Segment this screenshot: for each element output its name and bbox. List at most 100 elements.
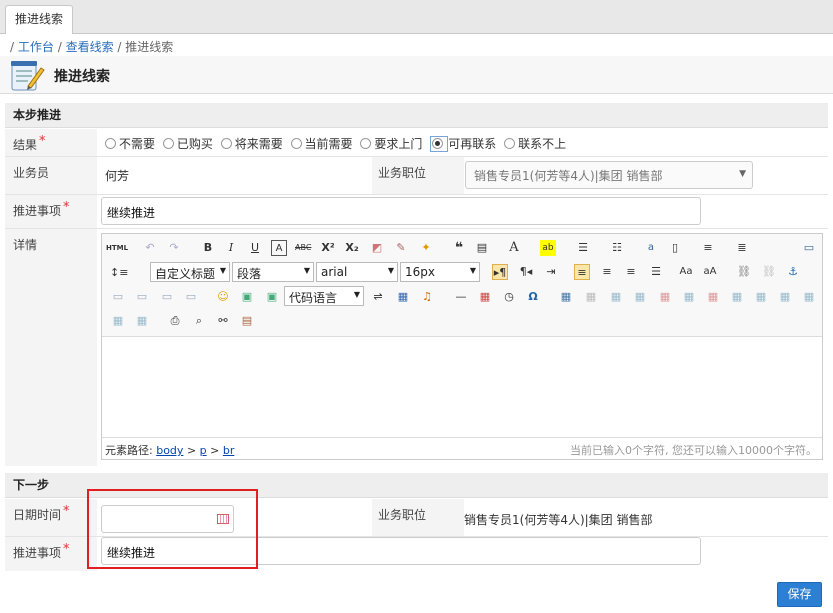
- notepad-icon: [11, 61, 45, 91]
- split-rows-icon[interactable]: ▦: [110, 313, 126, 329]
- italic-icon[interactable]: I: [223, 240, 239, 256]
- code-language-select[interactable]: 代码语言 ▼: [284, 286, 364, 306]
- unlink-icon[interactable]: ⛓: [761, 264, 777, 280]
- format-painter-icon[interactable]: ✎: [393, 240, 409, 256]
- horizontal-rule-icon[interactable]: —: [453, 289, 469, 305]
- search-replace-icon[interactable]: ⚯: [215, 313, 231, 329]
- page-break-icon[interactable]: ⇌: [370, 289, 386, 305]
- path-body-link[interactable]: body: [156, 444, 183, 457]
- path-br-link[interactable]: br: [223, 444, 235, 457]
- redo-icon[interactable]: ↷: [166, 240, 182, 256]
- radio-future-need[interactable]: 将来需要: [220, 135, 283, 152]
- time-icon[interactable]: ◷: [501, 289, 517, 305]
- clear-doc-icon[interactable]: ▯: [667, 240, 683, 256]
- ltr-icon[interactable]: ▸¶: [492, 264, 508, 280]
- image-right-icon[interactable]: ▭: [159, 289, 175, 305]
- position-label: 业务职位: [372, 157, 464, 194]
- row-spacing-top-icon[interactable]: ≡: [700, 240, 716, 256]
- special-char-icon[interactable]: Ω: [525, 289, 541, 305]
- font-color-icon[interactable]: A: [506, 240, 522, 256]
- select-all-icon[interactable]: a: [643, 240, 659, 256]
- blockquote-icon[interactable]: ❝: [451, 240, 467, 256]
- preview-icon[interactable]: ⌕: [191, 313, 207, 329]
- align-center-icon[interactable]: ≡: [599, 264, 615, 280]
- align-justify-icon[interactable]: ☰: [648, 264, 664, 280]
- required-mark: *: [63, 504, 70, 519]
- image-center-icon[interactable]: ▭: [183, 289, 199, 305]
- insert-paragraph-before-table-icon[interactable]: ▦: [608, 289, 624, 305]
- bold-icon[interactable]: B: [200, 240, 216, 256]
- breadcrumb-workbench[interactable]: 工作台: [18, 40, 54, 54]
- radio-contact-again[interactable]: 可再联系: [430, 135, 496, 152]
- line-height-icon[interactable]: ↕≡: [110, 265, 128, 281]
- font-family-select[interactable]: arial ▼: [316, 262, 398, 282]
- rich-text-editor: HTML ↶ ↷ B I U A ABC X² X₂ ◩ ✎ ✦ ❝ ▤ A a…: [101, 233, 823, 460]
- delete-table-icon[interactable]: ▦: [583, 289, 599, 305]
- superscript-icon[interactable]: X²: [320, 240, 336, 256]
- indent-icon[interactable]: ⇥: [543, 264, 559, 280]
- align-right-icon[interactable]: ≡: [623, 264, 639, 280]
- link-icon[interactable]: ⛓: [736, 264, 752, 280]
- rtl-icon[interactable]: ¶◂: [518, 264, 534, 280]
- tab-push-lead[interactable]: 推进线索: [5, 5, 74, 34]
- print-icon[interactable]: ⎙: [167, 313, 183, 329]
- highlight-color-icon[interactable]: ab: [540, 240, 556, 256]
- salesperson-row: 业务员 何芳 业务职位 销售专员1(何芳等4人)|集团 销售部 ▼: [5, 157, 828, 195]
- required-mark: *: [63, 542, 70, 557]
- eraser-icon[interactable]: ◩: [369, 240, 385, 256]
- font-size-select[interactable]: 16px ▼: [400, 262, 480, 282]
- push-item-input[interactable]: 继续推进: [101, 197, 701, 225]
- insert-table-icon[interactable]: ▦: [558, 289, 574, 305]
- result-radio-group: 不需要 已购买 将来需要 当前需要 要求上门 可再联系 联系不上: [105, 135, 570, 152]
- insert-image-icon[interactable]: ▣: [239, 289, 255, 305]
- merge-down-icon[interactable]: ▦: [777, 289, 793, 305]
- radio-purchased[interactable]: 已购买: [162, 135, 213, 152]
- auto-format-icon[interactable]: ✦: [418, 240, 434, 256]
- breadcrumb-view-leads[interactable]: 查看线索: [66, 40, 114, 54]
- row-spacing-bottom-icon[interactable]: ≣: [734, 240, 750, 256]
- font-border-icon[interactable]: A: [271, 240, 287, 256]
- music-icon[interactable]: ♫: [419, 289, 435, 305]
- emoticon-icon[interactable]: ☺: [215, 289, 231, 305]
- save-button[interactable]: 保存: [777, 582, 822, 607]
- radio-not-needed[interactable]: 不需要: [105, 135, 155, 152]
- radio-unreachable[interactable]: 联系不上: [504, 135, 566, 152]
- path-p-link[interactable]: p: [200, 444, 207, 457]
- split-cols-icon[interactable]: ▦: [134, 313, 150, 329]
- radio-visit-request[interactable]: 要求上门: [360, 135, 422, 152]
- page-title: 推进线索: [54, 69, 110, 85]
- insert-row-icon[interactable]: ▦: [632, 289, 648, 305]
- insert-col-icon[interactable]: ▦: [681, 289, 697, 305]
- image-none-icon[interactable]: ▭: [110, 289, 126, 305]
- align-left-icon[interactable]: ≡: [574, 264, 590, 280]
- char-count: 当前已输入0个字符, 您还可以输入10000个字符。: [570, 444, 817, 457]
- fullscreen-icon[interactable]: ▭: [801, 240, 817, 256]
- insert-video-icon[interactable]: ▣: [264, 289, 280, 305]
- paste-plain-icon[interactable]: ▤: [474, 240, 490, 256]
- underline-icon[interactable]: U: [247, 240, 263, 256]
- unordered-list-icon[interactable]: ☷: [609, 240, 625, 256]
- anchor-icon[interactable]: ⚓: [785, 264, 801, 280]
- lowercase-icon[interactable]: aA: [702, 264, 718, 280]
- split-cells-icon[interactable]: ▦: [801, 289, 817, 305]
- insert-frame-icon[interactable]: ▦: [395, 289, 411, 305]
- undo-icon[interactable]: ↶: [142, 240, 158, 256]
- html-source-icon[interactable]: HTML: [106, 240, 128, 256]
- merge-right-icon[interactable]: ▦: [753, 289, 769, 305]
- position-select[interactable]: 销售专员1(何芳等4人)|集团 销售部 ▼: [465, 161, 753, 189]
- paragraph-select[interactable]: 段落 ▼: [232, 262, 314, 282]
- uppercase-icon[interactable]: Aa: [678, 264, 694, 280]
- strikethrough-icon[interactable]: ABC: [295, 240, 311, 256]
- heading-select[interactable]: 自定义标题 ▼: [150, 262, 230, 282]
- date-icon[interactable]: ▦: [477, 289, 493, 305]
- drafts-icon[interactable]: ▤: [239, 313, 255, 329]
- delete-col-icon[interactable]: ▦: [705, 289, 721, 305]
- detail-row: 详情 HTML ↶ ↷ B I U A ABC X² X₂ ◩ ✎ ✦ ❝ ▤ …: [5, 229, 828, 466]
- subscript-icon[interactable]: X₂: [344, 240, 360, 256]
- image-left-icon[interactable]: ▭: [134, 289, 150, 305]
- radio-current-need[interactable]: 当前需要: [290, 135, 353, 152]
- delete-row-icon[interactable]: ▦: [657, 289, 673, 305]
- chevron-down-icon: ▼: [739, 169, 746, 179]
- merge-cells-icon[interactable]: ▦: [729, 289, 745, 305]
- ordered-list-icon[interactable]: ☰: [575, 240, 591, 256]
